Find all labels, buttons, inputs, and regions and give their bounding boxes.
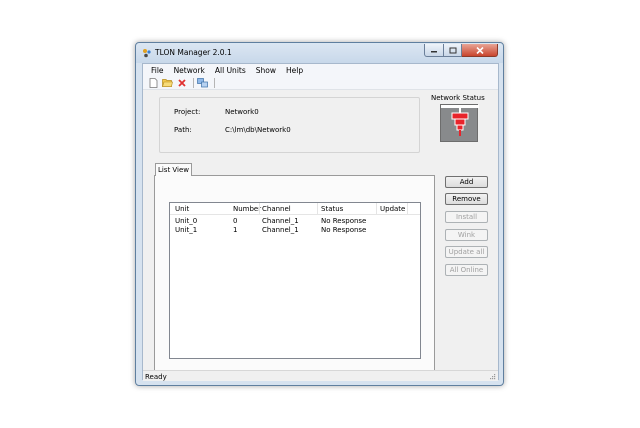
- project-info-box: Project: Network0 Path: C:\lm\db\Network…: [159, 97, 420, 153]
- tab-list-view[interactable]: List View: [155, 163, 192, 176]
- path-value: C:\lm\db\Network0: [225, 126, 291, 134]
- app-window: TLON Manager 2.0.1 File Network All Unit…: [135, 42, 504, 386]
- resize-grip-icon[interactable]: [488, 372, 496, 380]
- network-status-label: Network Status: [431, 94, 485, 102]
- network-status-indicator: [440, 104, 479, 142]
- column-header-status[interactable]: Status: [321, 205, 343, 213]
- cell-number: 1: [233, 226, 238, 234]
- cell-channel: Channel_1: [262, 217, 299, 225]
- add-button[interactable]: Add: [445, 176, 488, 188]
- status-text: Ready: [145, 373, 167, 381]
- close-icon: [475, 46, 484, 54]
- column-separator[interactable]: [407, 203, 408, 215]
- all-online-button[interactable]: All Online: [445, 264, 488, 276]
- new-file-icon[interactable]: [148, 77, 159, 88]
- window-controls: [424, 44, 498, 57]
- update-all-button[interactable]: Update all: [445, 246, 488, 258]
- install-button[interactable]: Install: [445, 211, 488, 223]
- cell-number: 0: [233, 217, 238, 225]
- column-header-channel[interactable]: Channel: [262, 205, 291, 213]
- minimize-button[interactable]: [424, 44, 444, 57]
- column-header-update[interactable]: Update: [380, 205, 405, 213]
- menu-help[interactable]: Help: [286, 66, 303, 75]
- column-header-number[interactable]: Number: [233, 205, 261, 213]
- wink-button[interactable]: Wink: [445, 229, 488, 241]
- menu-network[interactable]: Network: [174, 66, 205, 75]
- delete-icon[interactable]: [176, 77, 187, 88]
- units-list[interactable]: Unit Number Channel Status Update Unit_0…: [169, 202, 421, 359]
- menu-show[interactable]: Show: [256, 66, 276, 75]
- column-separator[interactable]: [317, 203, 318, 215]
- network-status-icon: [441, 105, 479, 136]
- path-label: Path:: [174, 126, 192, 134]
- cell-unit: Unit_1: [175, 226, 198, 234]
- maximize-icon: [449, 47, 456, 53]
- menu-file[interactable]: File: [151, 66, 164, 75]
- column-separator[interactable]: [376, 203, 377, 215]
- project-label: Project:: [174, 108, 201, 116]
- menu-all-units[interactable]: All Units: [215, 66, 246, 75]
- list-header: Unit Number Channel Status Update: [170, 203, 420, 215]
- minimize-icon: [431, 51, 437, 53]
- cell-status: No Response: [321, 217, 367, 225]
- toolbar: [143, 76, 498, 90]
- project-value: Network0: [225, 108, 259, 116]
- cell-unit: Unit_0: [175, 217, 198, 225]
- menu-bar: File Network All Units Show Help: [143, 64, 498, 76]
- client-area: File Network All Units Show Help Project…: [142, 63, 499, 381]
- table-row[interactable]: Unit_1 1 Channel_1 No Response: [170, 226, 420, 235]
- title-bar[interactable]: TLON Manager 2.0.1: [136, 43, 503, 63]
- remove-button[interactable]: Remove: [445, 193, 488, 205]
- status-bar: Ready: [143, 370, 498, 381]
- cell-channel: Channel_1: [262, 226, 299, 234]
- open-folder-icon[interactable]: [162, 77, 173, 88]
- column-header-unit[interactable]: Unit: [175, 205, 189, 213]
- cell-status: No Response: [321, 226, 367, 234]
- maximize-button[interactable]: [444, 44, 462, 57]
- app-icon: [143, 49, 151, 58]
- column-separator[interactable]: [259, 203, 260, 215]
- list-view-panel: Unit Number Channel Status Update Unit_0…: [154, 175, 435, 372]
- table-row[interactable]: Unit_0 0 Channel_1 No Response: [170, 217, 420, 226]
- toolbar-separator: [214, 77, 215, 88]
- connect-icon[interactable]: [197, 77, 208, 88]
- close-button[interactable]: [462, 44, 498, 57]
- window-title: TLON Manager 2.0.1: [155, 48, 232, 57]
- toolbar-separator: [193, 77, 194, 88]
